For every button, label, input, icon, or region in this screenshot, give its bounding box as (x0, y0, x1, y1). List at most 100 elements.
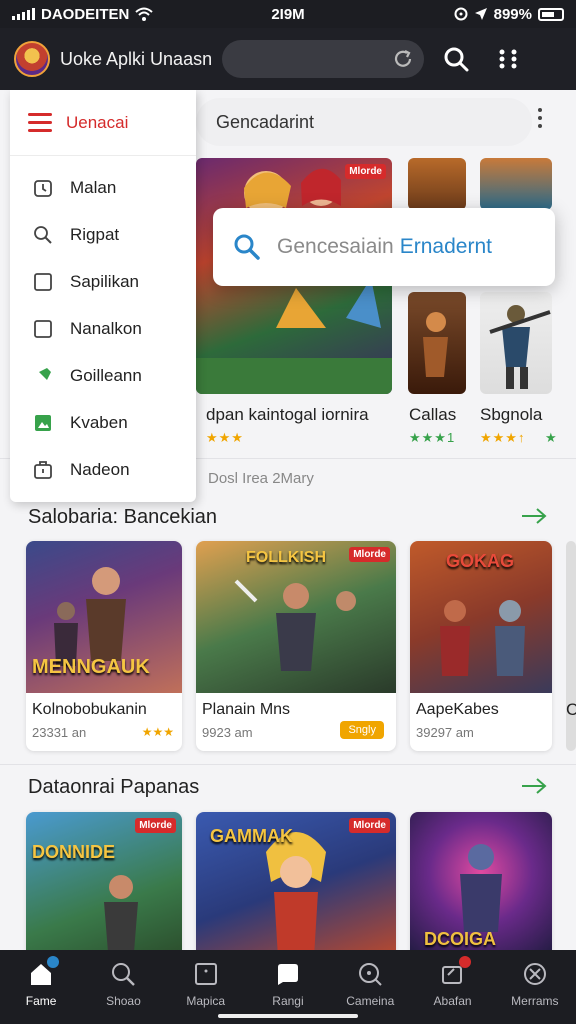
profile-icon (521, 960, 549, 988)
search-button[interactable] (436, 39, 476, 79)
alarm-icon (454, 7, 468, 21)
header-search-field[interactable] (222, 40, 425, 78)
extra-rating: ★ (545, 430, 558, 445)
game-card[interactable]: Mlorde DONNIDE (26, 812, 182, 950)
square-icon (32, 318, 54, 340)
thumb-small-2[interactable] (480, 158, 552, 210)
carrier-name: DAODEITEN (41, 5, 130, 23)
card-meta: 39297 am (416, 725, 474, 740)
chat-icon (274, 960, 302, 988)
card-overlay-text: MENNGAUK (32, 656, 150, 678)
callas-title: Callas (409, 405, 457, 424)
drawer-item-nanalkon[interactable]: Nanalkon (10, 305, 196, 352)
game-card[interactable]: GOKAG AapeKabes 39297 am (410, 541, 552, 751)
drawer-item-label: Malan (70, 177, 117, 197)
photo-icon (32, 412, 54, 434)
thumb-callas[interactable] (408, 292, 466, 394)
game-card[interactable]: DCOIGA (410, 812, 552, 950)
nav-item-merrams[interactable]: Merrams (494, 950, 576, 1024)
drawer-item-label: Kvaben (70, 412, 128, 432)
pin-icon (32, 365, 54, 387)
popup-text: Gencesaiain (277, 235, 394, 258)
card-badge: Mlorde (135, 818, 176, 833)
card-art: Mlorde FOLLKISH (196, 541, 396, 693)
card-partial-letter: C (566, 700, 576, 719)
notification-dot (47, 956, 60, 968)
hamburger-icon[interactable] (28, 113, 52, 132)
search-bar-text: Gencadarint (216, 111, 315, 132)
game-card[interactable]: Mlorde FOLLKISH Planain Mns 9923 am Sngl… (196, 541, 396, 751)
status-bar: DAODEITEN 2I9M 899% (0, 0, 576, 28)
card-art: Mlorde GAMMAK (196, 812, 396, 950)
drawer-item-label: Goilleann (70, 365, 142, 385)
arrow-right-icon[interactable] (520, 776, 548, 796)
drawer-header[interactable]: Uenacai (10, 90, 196, 156)
nav-item-home[interactable]: Fame (0, 950, 82, 1024)
thumb-sbgnola[interactable] (480, 292, 552, 394)
nav-label: Merrams (511, 994, 559, 1008)
nav-item-mapica[interactable]: Mapica (165, 950, 247, 1024)
drawer-item-malan[interactable]: Malan (10, 164, 196, 211)
card-rating: ★★★ (141, 725, 174, 739)
more-options-icon[interactable] (530, 108, 550, 136)
card-overlay-text: DCOIGA (424, 929, 496, 949)
nav-item-cameina[interactable]: Cameina (329, 950, 411, 1024)
status-left: DAODEITEN (12, 5, 154, 23)
grid-menu-button[interactable] (488, 39, 528, 79)
card-title: Kolnobobukanin (32, 701, 147, 718)
callas-art (423, 312, 448, 377)
drawer-item-goilleann[interactable]: Goilleann (10, 352, 196, 399)
card-meta: 9923 am (202, 725, 253, 740)
clock-icon (32, 177, 54, 199)
card-art: DCOIGA (410, 812, 552, 950)
arrow-right-icon[interactable] (520, 506, 548, 526)
bottom-nav: Fame Shoao Mapica Rangi Cameina Abafan M… (0, 950, 576, 1024)
status-right: 899% (454, 6, 564, 23)
briefcase-icon (32, 459, 54, 481)
drawer-item-label: Nanalkon (70, 318, 142, 338)
home-icon (27, 956, 60, 988)
home-indicator (218, 1014, 358, 1018)
divider-text: Dosl Irea 2Mary (208, 470, 314, 487)
drawer-item-kvaben[interactable]: Kvaben (10, 399, 196, 446)
refresh-icon[interactable] (392, 48, 414, 70)
search-icon (32, 224, 54, 246)
search-icon (444, 47, 469, 72)
square-icon (192, 960, 220, 988)
card-overlay-text: GOKAG (446, 551, 515, 571)
sbgnola-rating: ★★★↑ (480, 430, 526, 445)
search-suggestion-popup[interactable]: Gencesaiain Ernadernt (213, 208, 555, 286)
featured-title: dpan kaintogal iornira (206, 405, 369, 424)
card-badge: Mlorde (349, 818, 390, 833)
nav-item-search[interactable]: Shoao (82, 950, 164, 1024)
drawer-item-rigpat[interactable]: Rigpat (10, 211, 196, 258)
nav-item-abafan[interactable]: Abafan (411, 950, 493, 1024)
drawer-list: Malan Rigpat Sapilikan Nanalkon Goillean… (10, 156, 196, 493)
app-title: Uoke Aplki Unaasn (60, 48, 213, 69)
card-art: GOKAG (410, 541, 552, 693)
grid-menu-icon (499, 49, 517, 69)
app-header: Uoke Aplki Unaasn (0, 28, 576, 90)
search-icon (234, 234, 260, 260)
drawer-item-nadeon[interactable]: Nadeon (10, 446, 196, 493)
section-title-1: Salobaria: Bancekian (28, 506, 218, 528)
card-badge: Mlorde (349, 547, 390, 562)
avatar[interactable] (14, 41, 50, 77)
search-bar[interactable]: Gencadarint (196, 98, 532, 146)
thumb-small-1[interactable] (408, 158, 466, 210)
section-title-2: Dataonrai Papanas (28, 776, 200, 798)
notification-icon (439, 956, 471, 988)
callas-rating: ★★★1 (409, 430, 456, 445)
drawer-item-sapilikan[interactable]: Sapilikan (10, 258, 196, 305)
main-content: Gencadarint Mlorde Gencesaiain Ernadernt… (0, 90, 576, 950)
featured-badge: Mlorde (345, 164, 386, 179)
game-card[interactable]: MENNGAUK Kolnobobukanin 23331 an ★★★ (26, 541, 182, 751)
card-tag: Sngly (340, 721, 384, 739)
featured-rating: ★★★ (206, 430, 244, 445)
search-icon (109, 960, 137, 988)
nav-label: Mapica (186, 994, 226, 1008)
game-card[interactable]: Mlorde GAMMAK (196, 812, 396, 950)
battery-percent: 899% (493, 5, 532, 23)
drawer-item-label: Nadeon (70, 459, 130, 479)
nav-item-rangi[interactable]: Rangi (247, 950, 329, 1024)
